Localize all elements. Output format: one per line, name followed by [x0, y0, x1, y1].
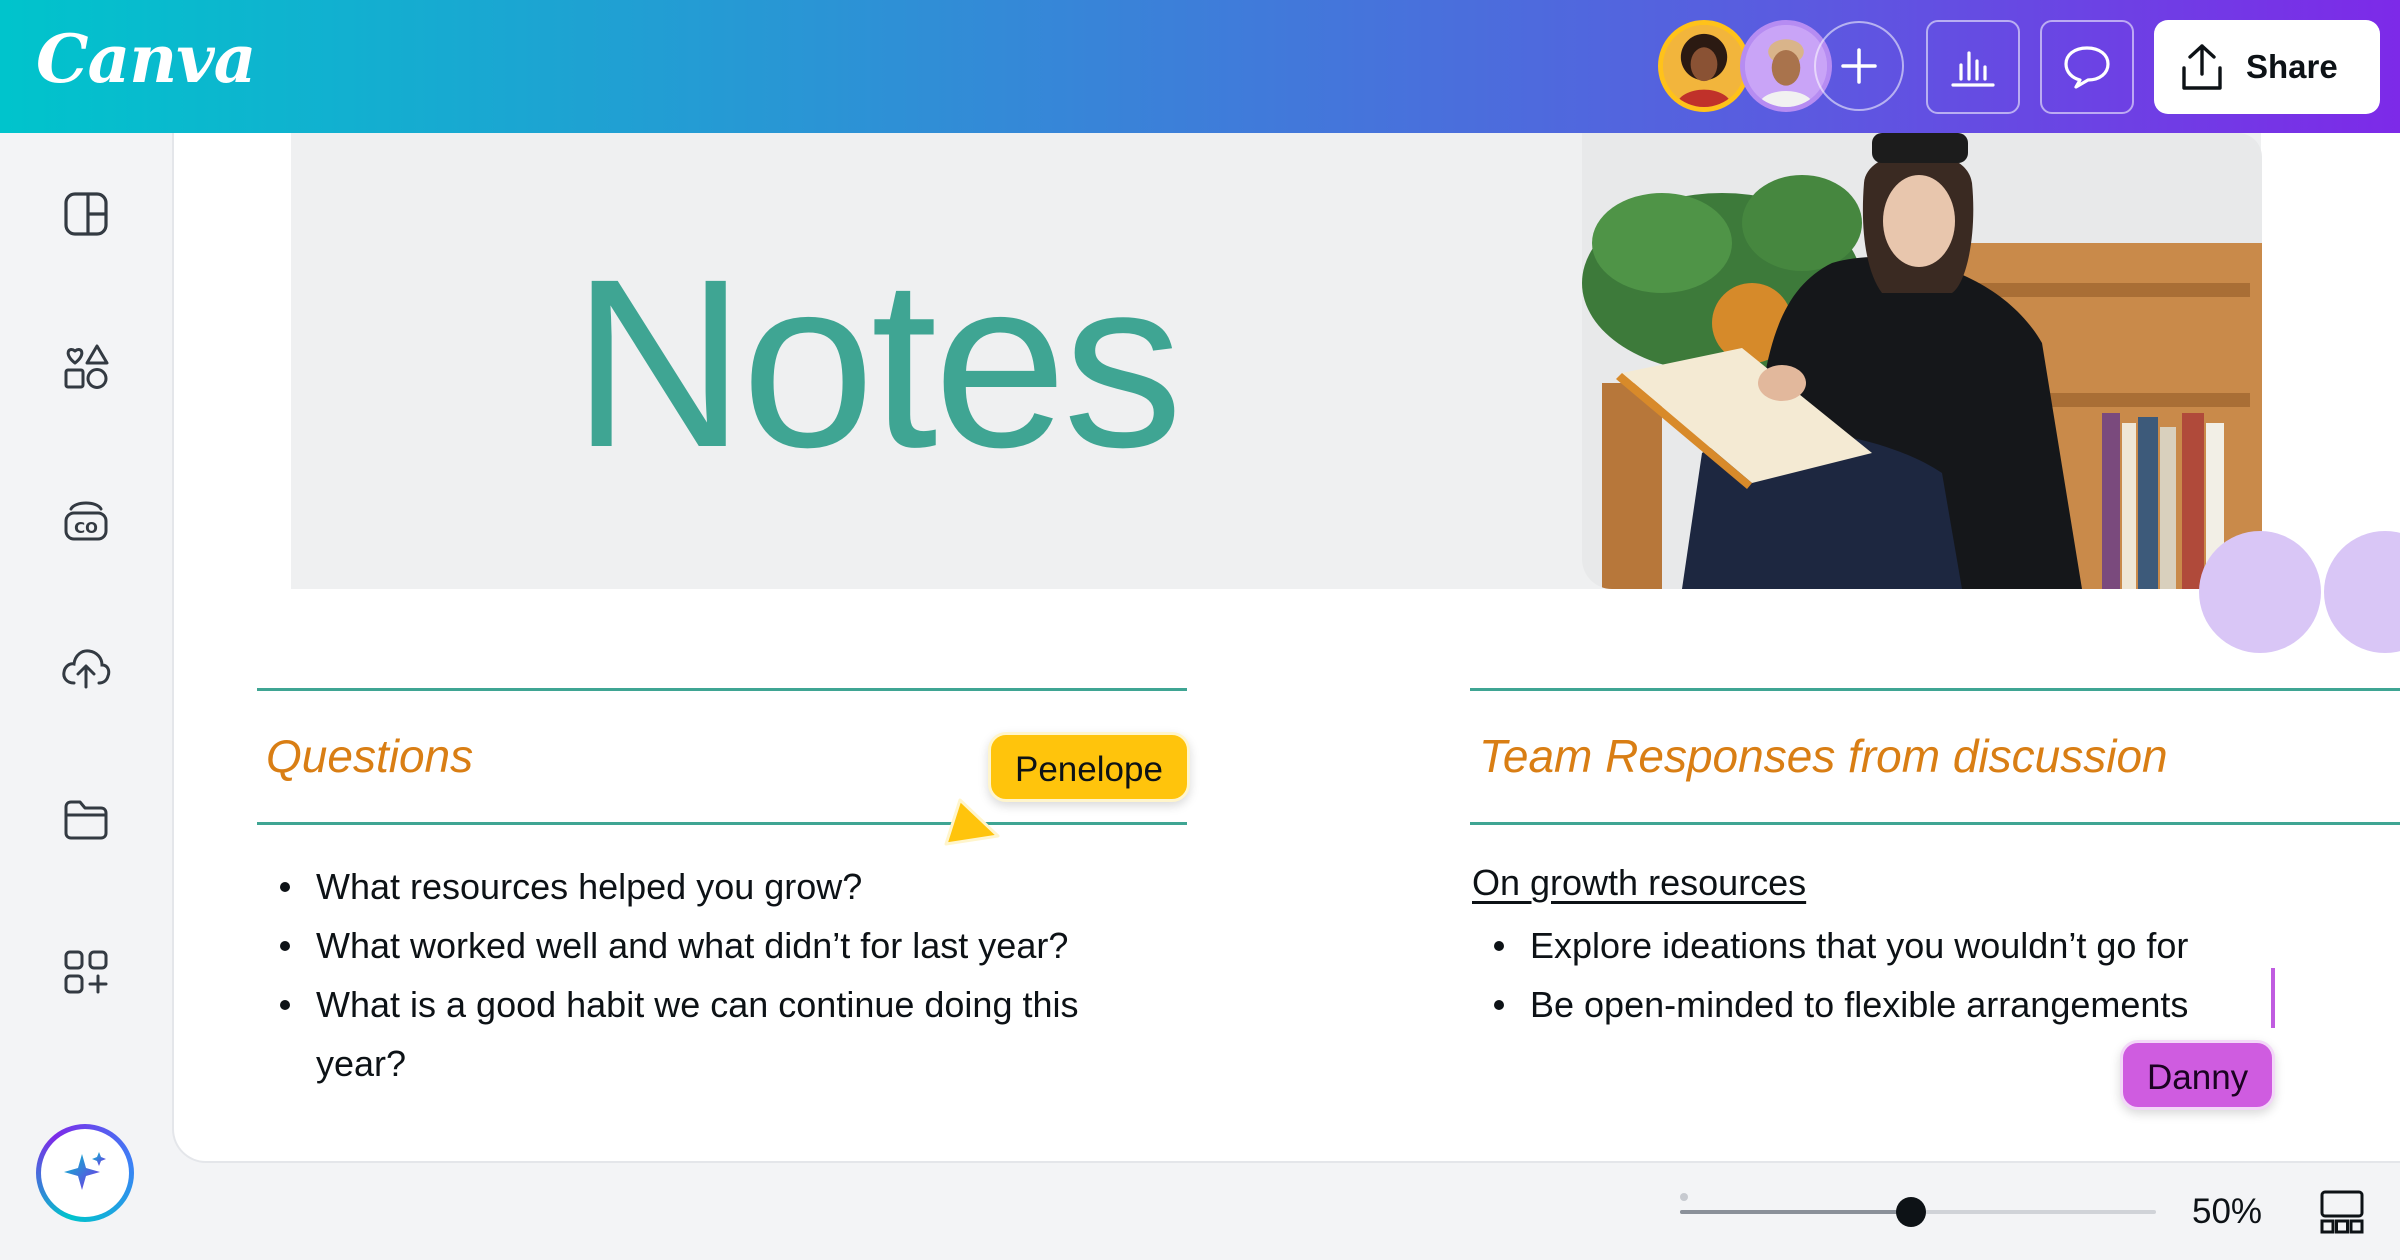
- elements-icon: [64, 344, 109, 389]
- insights-button[interactable]: [1926, 20, 2020, 114]
- section-divider: [257, 688, 1187, 691]
- zoom-slider-handle[interactable]: [1896, 1197, 1926, 1227]
- text-caret: [2271, 968, 2275, 1028]
- sidebar-item-projects[interactable]: [56, 790, 116, 850]
- list-item[interactable]: Explore ideations that you wouldn’t go f…: [1472, 916, 2372, 975]
- responses-heading[interactable]: Team Responses from discussion: [1479, 729, 2168, 783]
- collaborator-avatar[interactable]: [1658, 20, 1750, 112]
- zoom-level[interactable]: 50%: [2192, 1192, 2262, 1232]
- zoom-min-marker: [1680, 1193, 1688, 1201]
- sidebar-item-elements[interactable]: [56, 337, 116, 397]
- comment-icon: [2064, 46, 2110, 89]
- brand-icon: CO: [64, 501, 108, 541]
- list-item[interactable]: What is a good habit we can continue doi…: [258, 975, 1178, 1093]
- decorative-circle: [2199, 531, 2321, 653]
- apps-icon: [64, 950, 108, 994]
- list-item[interactable]: Be open-minded to flexible arrangements: [1472, 975, 2372, 1034]
- list-item[interactable]: What resources helped you grow?: [258, 857, 1178, 916]
- sidebar-item-apps[interactable]: [56, 942, 116, 1002]
- left-sidebar: CO: [0, 133, 172, 1260]
- sidebar-item-uploads[interactable]: [56, 638, 116, 698]
- section-divider: [1470, 688, 2400, 691]
- section-divider: [1470, 822, 2400, 825]
- sidebar-item-design[interactable]: [56, 184, 116, 244]
- svg-text:CO: CO: [74, 519, 98, 537]
- section-divider: [257, 822, 1187, 825]
- questions-heading[interactable]: Questions: [266, 729, 473, 783]
- uploads-icon: [62, 649, 111, 689]
- projects-icon: [64, 800, 108, 840]
- growth-resources-subheading[interactable]: On growth resources: [1472, 862, 1806, 904]
- add-collaborator-button[interactable]: [1814, 21, 1904, 111]
- page-layout-button[interactable]: [2318, 1186, 2366, 1238]
- share-label: Share: [2246, 48, 2338, 85]
- design-icon: [64, 192, 108, 236]
- plus-icon: [1841, 48, 1877, 84]
- penelope-pointer-icon: [944, 798, 1000, 846]
- design-page[interactable]: Notes Questions What resources helped yo…: [172, 133, 2400, 1163]
- page-title[interactable]: Notes: [572, 243, 1183, 483]
- list-item[interactable]: What worked well and what didn’t for las…: [258, 916, 1178, 975]
- penelope-cursor-label: Penelope: [988, 732, 1190, 802]
- hero-photo[interactable]: [1582, 133, 2262, 589]
- share-button[interactable]: Share: [2154, 20, 2380, 114]
- pages-grid-icon: [2320, 1190, 2364, 1234]
- questions-list[interactable]: What resources helped you grow? What wor…: [258, 857, 1178, 1093]
- responses-list[interactable]: Explore ideations that you wouldn’t go f…: [1472, 916, 2372, 1034]
- decorative-circle: [2324, 531, 2400, 653]
- bar-chart-icon: [1951, 51, 1995, 87]
- danny-cursor-label: Danny: [2120, 1040, 2276, 1110]
- top-bar: Canva Share: [0, 0, 2400, 133]
- sidebar-item-brand[interactable]: CO: [56, 490, 116, 550]
- upload-icon: [2182, 44, 2222, 90]
- magic-assistant-button[interactable]: [36, 1124, 134, 1222]
- sparkle-icon: [64, 1152, 106, 1190]
- zoom-slider-fill: [1680, 1210, 1910, 1214]
- canva-logo[interactable]: Canva: [36, 20, 256, 98]
- comment-button[interactable]: [2040, 20, 2134, 114]
